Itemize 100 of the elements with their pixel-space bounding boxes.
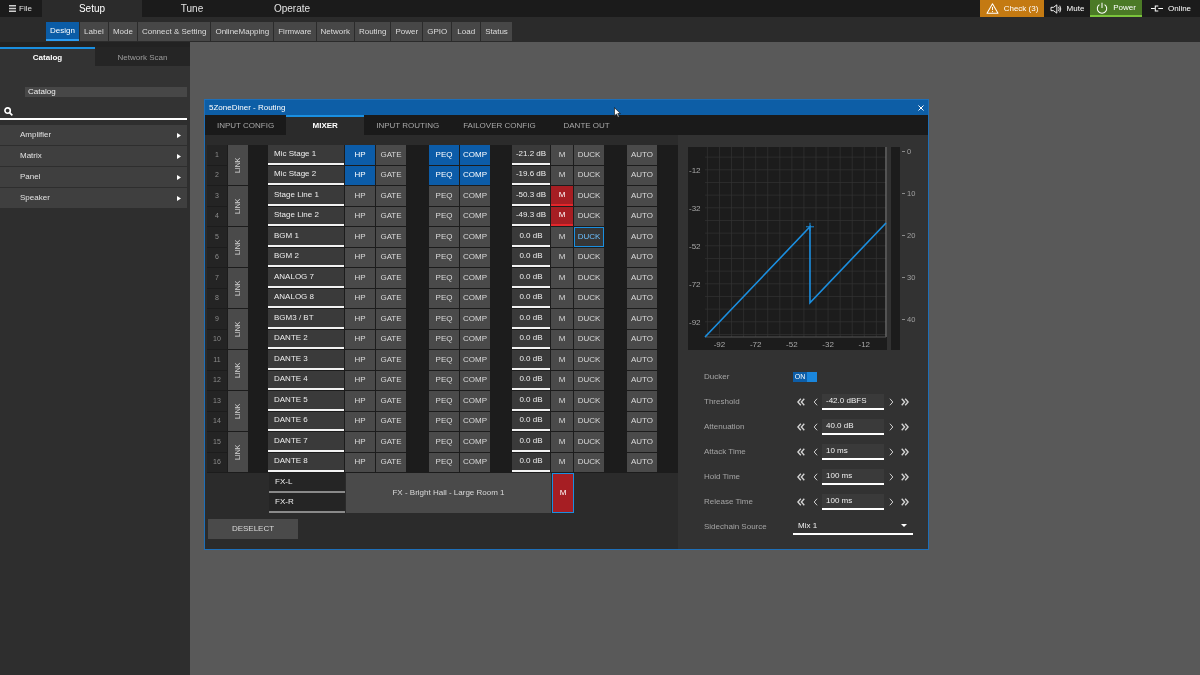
m-button[interactable]: M bbox=[551, 432, 573, 452]
gate-button[interactable]: GATE bbox=[376, 452, 406, 472]
peq-button[interactable]: PEQ bbox=[429, 206, 459, 226]
parameter-value-field[interactable]: -42.0 dBFS bbox=[822, 393, 884, 410]
gate-button[interactable]: GATE bbox=[376, 206, 406, 226]
channel-name-field[interactable]: ANALOG 8 bbox=[268, 288, 344, 308]
double-chevron-left-icon[interactable] bbox=[797, 472, 805, 481]
parameter-value-field[interactable]: 100 ms bbox=[822, 468, 884, 485]
auto-button[interactable]: AUTO bbox=[627, 309, 657, 329]
comp-button[interactable]: COMP bbox=[460, 268, 490, 288]
gate-button[interactable]: GATE bbox=[376, 411, 406, 431]
gain-field[interactable]: 0.0 dB bbox=[512, 391, 550, 411]
status-button[interactable]: Mute bbox=[1044, 0, 1090, 17]
hp-button[interactable]: HP bbox=[345, 288, 375, 308]
hp-button[interactable]: HP bbox=[345, 370, 375, 390]
double-chevron-left-icon[interactable] bbox=[797, 497, 805, 506]
hp-button[interactable]: HP bbox=[345, 145, 375, 165]
auto-button[interactable]: AUTO bbox=[627, 165, 657, 185]
sub-tab[interactable]: GPIO bbox=[423, 22, 452, 41]
channel-name-field[interactable]: BGM 1 bbox=[268, 227, 344, 247]
peq-button[interactable]: PEQ bbox=[429, 247, 459, 267]
comp-button[interactable]: COMP bbox=[460, 165, 490, 185]
auto-button[interactable]: AUTO bbox=[627, 268, 657, 288]
hp-button[interactable]: HP bbox=[345, 227, 375, 247]
peq-button[interactable]: PEQ bbox=[429, 370, 459, 390]
close-icon[interactable] bbox=[918, 104, 924, 111]
m-button[interactable]: M bbox=[551, 452, 573, 472]
m-button[interactable]: M bbox=[551, 227, 573, 247]
gain-field[interactable]: 0.0 dB bbox=[512, 227, 550, 247]
channel-name-field[interactable]: DANTE 8 bbox=[268, 452, 344, 472]
chevron-left-icon[interactable] bbox=[813, 447, 818, 456]
m-button[interactable]: M bbox=[551, 206, 573, 226]
chevron-right-icon[interactable] bbox=[889, 397, 894, 406]
catalog-list-item[interactable]: Speaker bbox=[0, 188, 187, 208]
channel-name-field[interactable]: DANTE 3 bbox=[268, 350, 344, 370]
duck-button[interactable]: DUCK bbox=[574, 350, 604, 370]
hp-button[interactable]: HP bbox=[345, 391, 375, 411]
hp-button[interactable]: HP bbox=[345, 309, 375, 329]
chevron-right-icon[interactable] bbox=[889, 497, 894, 506]
comp-button[interactable]: COMP bbox=[460, 350, 490, 370]
double-chevron-right-icon[interactable] bbox=[901, 472, 909, 481]
sub-tab[interactable]: Mode bbox=[108, 22, 137, 41]
auto-button[interactable]: AUTO bbox=[627, 370, 657, 390]
hp-button[interactable]: HP bbox=[345, 432, 375, 452]
hp-button[interactable]: HP bbox=[345, 247, 375, 267]
channel-name-field[interactable]: DANTE 4 bbox=[268, 370, 344, 390]
duck-button[interactable]: DUCK bbox=[574, 288, 604, 308]
comp-button[interactable]: COMP bbox=[460, 145, 490, 165]
hp-button[interactable]: HP bbox=[345, 165, 375, 185]
gain-field[interactable]: 0.0 dB bbox=[512, 370, 550, 390]
sub-tab[interactable]: Power bbox=[391, 22, 423, 41]
sub-tab[interactable]: Load bbox=[452, 22, 481, 41]
channel-name-field[interactable]: DANTE 6 bbox=[268, 411, 344, 431]
hp-button[interactable]: HP bbox=[345, 329, 375, 349]
m-button[interactable]: M bbox=[551, 350, 573, 370]
gain-field[interactable]: 0.0 dB bbox=[512, 411, 550, 431]
auto-button[interactable]: AUTO bbox=[627, 288, 657, 308]
peq-button[interactable]: PEQ bbox=[429, 309, 459, 329]
gate-button[interactable]: GATE bbox=[376, 391, 406, 411]
gate-button[interactable]: GATE bbox=[376, 227, 406, 247]
gain-field[interactable]: -50.3 dB bbox=[512, 186, 550, 206]
gate-button[interactable]: GATE bbox=[376, 288, 406, 308]
peq-button[interactable]: PEQ bbox=[429, 432, 459, 452]
peq-button[interactable]: PEQ bbox=[429, 350, 459, 370]
gain-field[interactable]: 0.0 dB bbox=[512, 432, 550, 452]
gate-button[interactable]: GATE bbox=[376, 350, 406, 370]
sub-tab[interactable]: Routing bbox=[354, 22, 391, 41]
comp-button[interactable]: COMP bbox=[460, 288, 490, 308]
double-chevron-right-icon[interactable] bbox=[901, 447, 909, 456]
comp-button[interactable]: COMP bbox=[460, 432, 490, 452]
parameter-value-field[interactable]: 100 ms bbox=[822, 493, 884, 510]
chevron-right-icon[interactable] bbox=[889, 447, 894, 456]
m-button[interactable]: M bbox=[551, 309, 573, 329]
channel-name-field[interactable]: Stage Line 2 bbox=[268, 206, 344, 226]
channel-name-field[interactable]: DANTE 5 bbox=[268, 391, 344, 411]
m-button[interactable]: M bbox=[551, 186, 573, 206]
channel-name-field[interactable]: DANTE 2 bbox=[268, 329, 344, 349]
status-button[interactable]: Online bbox=[1142, 0, 1200, 17]
gain-field[interactable]: -49.3 dB bbox=[512, 206, 550, 226]
sidebar-tab[interactable]: Catalog bbox=[0, 47, 95, 66]
m-button[interactable]: M bbox=[551, 247, 573, 267]
m-button[interactable]: M bbox=[551, 370, 573, 390]
sub-tab[interactable]: Design bbox=[46, 22, 79, 41]
comp-button[interactable]: COMP bbox=[460, 206, 490, 226]
peq-button[interactable]: PEQ bbox=[429, 391, 459, 411]
comp-button[interactable]: COMP bbox=[460, 452, 490, 472]
gate-button[interactable]: GATE bbox=[376, 432, 406, 452]
sub-tab[interactable]: Label bbox=[79, 22, 108, 41]
channel-name-field[interactable]: Mic Stage 2 bbox=[268, 165, 344, 185]
hp-button[interactable]: HP bbox=[345, 268, 375, 288]
auto-button[interactable]: AUTO bbox=[627, 227, 657, 247]
duck-button[interactable]: DUCK bbox=[574, 452, 604, 472]
catalog-list-item[interactable]: Panel bbox=[0, 167, 187, 187]
m-button[interactable]: M bbox=[551, 268, 573, 288]
chevron-right-icon[interactable] bbox=[889, 472, 894, 481]
gate-button[interactable]: GATE bbox=[376, 370, 406, 390]
auto-button[interactable]: AUTO bbox=[627, 186, 657, 206]
status-button[interactable]: Power bbox=[1090, 0, 1142, 17]
comp-button[interactable]: COMP bbox=[460, 227, 490, 247]
sub-tab[interactable]: Connect & Setting bbox=[137, 22, 211, 41]
